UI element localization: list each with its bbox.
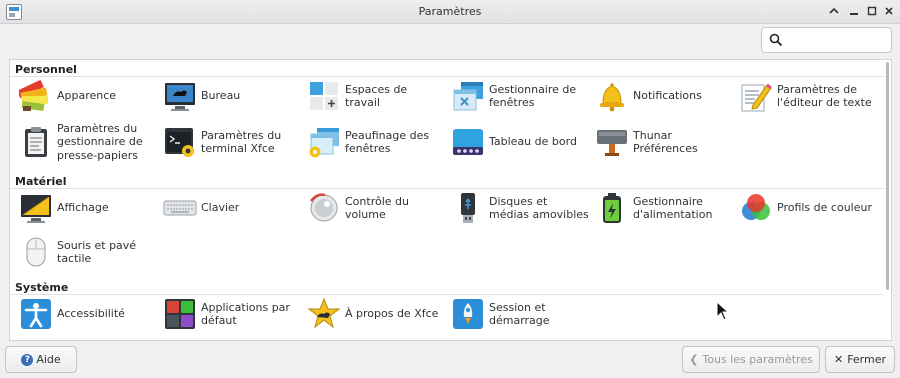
all-settings-label: Tous les paramètres [702,353,813,366]
item-label: Contrôle du volume [345,194,409,222]
bell-icon [600,83,624,112]
appearance-icon [19,79,48,112]
minimize-icon[interactable] [846,3,862,19]
display-icon [21,195,51,223]
desktop-icon [165,83,195,111]
item-label: Affichage [57,201,109,215]
item-label: Applications par défaut [201,300,290,328]
window-manager-icon [453,82,483,111]
battery-icon [603,193,621,223]
terminal-icon [165,128,194,157]
item-label: Session et démarrage [489,300,550,328]
item-profils-couleur[interactable]: Profils de couleur [732,187,874,229]
maximize-icon[interactable] [864,3,880,19]
usb-icon [461,193,475,223]
default-apps-icon [165,299,195,329]
title-bar[interactable]: Paramètres [0,0,900,24]
session-rocket-icon [453,299,483,329]
keyboard-icon [163,200,197,216]
item-accessibilite[interactable]: Accessibilité [12,293,154,335]
item-controle-volume[interactable]: Contrôle du volume [300,187,442,229]
search-input[interactable] [788,31,888,49]
item-session-demarrage[interactable]: Session et démarrage [444,293,586,335]
item-label: Bureau [201,89,241,103]
item-label: Profils de couleur [777,201,872,215]
item-label: Souris et pavé tactile [57,238,137,266]
item-notifications[interactable]: Notifications [588,75,730,117]
window-tweaks-icon [309,128,339,158]
workspaces-icon [310,82,338,110]
item-apparence[interactable]: Apparence [12,75,154,117]
close-icon[interactable] [881,3,897,19]
help-label: Aide [36,353,61,366]
item-espaces-de-travail[interactable]: Espaces de travail [300,75,442,117]
roll-up-chevron-icon[interactable] [826,3,842,19]
item-label: Clavier [201,201,240,215]
item-label: À propos de Xfce [345,307,439,321]
color-profiles-icon [742,194,770,220]
item-label: Espaces de travail [345,82,408,110]
item-label: Paramètres du gestionnaire de presse-pap… [57,121,143,162]
item-label: Apparence [57,89,117,103]
volume-icon [310,193,338,222]
item-label: Paramètres du terminal Xfce [201,128,282,156]
chevron-left-icon: ❮ [689,353,699,366]
item-label: Notifications [633,89,702,103]
item-thunar-preferences[interactable]: Thunar Préférences [588,121,730,163]
close-button[interactable]: ✕ Fermer [825,346,895,373]
close-x-icon: ✕ [833,353,844,366]
item-label: Thunar Préférences [633,128,698,156]
item-label: Gestionnaire d'alimentation [633,194,713,222]
item-applications-par-defaut[interactable]: Applications par défaut [156,293,298,335]
search-icon [769,33,783,47]
close-label: Fermer [847,353,887,366]
clipboard-icon [25,127,47,157]
item-tableau-de-bord[interactable]: Tableau de bord [444,121,586,163]
item-souris-pave[interactable]: Souris et pavé tactile [12,231,154,273]
all-settings-button[interactable]: ❮ Tous les paramètres [682,346,820,373]
about-xfce-icon [307,297,341,329]
item-label: Accessibilité [57,307,125,321]
item-presse-papiers[interactable]: Paramètres du gestionnaire de presse-pap… [12,121,154,163]
item-clavier[interactable]: Clavier [156,187,298,229]
mouse-pointer-icon [716,301,730,321]
item-affichage[interactable]: Affichage [12,187,154,229]
text-editor-icon [741,83,772,112]
item-gestionnaire-alimentation[interactable]: Gestionnaire d'alimentation [588,187,730,229]
item-parametres-editeur-texte[interactable]: Paramètres de l'éditeur de texte [732,75,874,117]
search-box[interactable] [761,27,892,53]
item-bureau[interactable]: Bureau [156,75,298,117]
help-button[interactable]: ? Aide [5,346,77,373]
item-label: Peaufinage des fenêtres [345,128,430,156]
item-label: Disques et médias amovibles [489,194,589,222]
vertical-scrollbar[interactable] [886,62,889,290]
item-label: Paramètres de l'éditeur de texte [777,82,872,110]
item-peaufinage-fenetres[interactable]: Peaufinage des fenêtres [300,121,442,163]
mouse-icon [26,237,46,267]
item-label: Tableau de bord [489,135,577,149]
panel-icon [453,129,483,155]
item-a-propos-xfce[interactable]: À propos de Xfce [300,293,442,335]
settings-list[interactable]: Personnel Apparence Bureau Espaces de tr… [9,59,892,341]
item-terminal-xfce[interactable]: Paramètres du terminal Xfce [156,121,298,163]
accessibility-icon [21,299,51,329]
help-icon: ? [21,353,34,366]
item-gestionnaire-de-fenetres[interactable]: Gestionnaire de fenêtres [444,75,586,117]
item-disques-medias[interactable]: Disques et médias amovibles [444,187,589,229]
item-label: Gestionnaire de fenêtres [489,82,577,110]
thunar-icon [597,130,627,156]
window-title: Paramètres [418,5,482,18]
